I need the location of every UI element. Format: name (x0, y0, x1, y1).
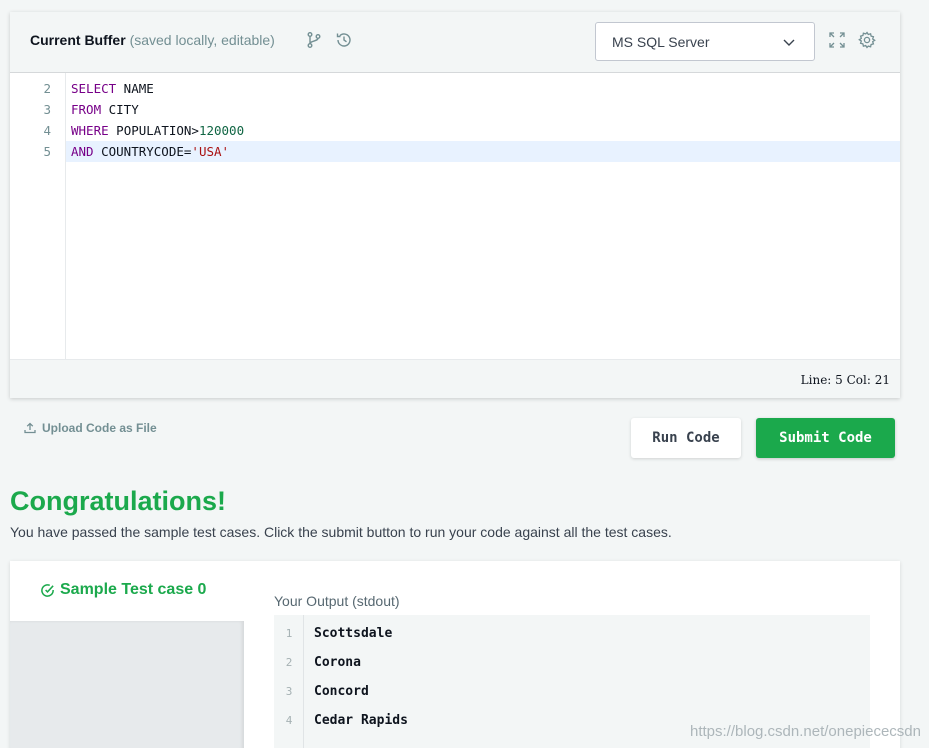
test-case-panel: Sample Test case 0 Your Output (stdout) … (10, 561, 900, 748)
code-token: CITY (101, 102, 139, 117)
chevron-down-icon (782, 35, 796, 49)
code-token: WHERE (71, 123, 109, 138)
watermark: https://blog.csdn.net/onepiececsdn (690, 723, 921, 740)
editor-status-bar: Line: 5 Col: 21 (10, 359, 900, 398)
line-number: 4 (43, 123, 51, 138)
history-icon[interactable] (335, 31, 353, 49)
code-line[interactable]: WHERE POPULATION>120000 (66, 120, 900, 141)
result-message: You have passed the sample test cases. C… (10, 524, 672, 540)
test-case-tab-label: Sample Test case 0 (60, 581, 207, 598)
tab-sample-test-case-0[interactable]: Sample Test case 0 (10, 561, 244, 621)
check-circle-icon (41, 583, 54, 597)
output-line-text: Concord (314, 684, 369, 699)
code-editor-panel: Current Buffer (saved locally, editable)… (10, 12, 900, 398)
code-token: COUNTRYCODE= (93, 144, 192, 159)
code-token: FROM (71, 102, 102, 117)
output-line-text: Cedar Rapids (314, 713, 408, 728)
output-line-text: Corona (314, 655, 361, 670)
code-token: SELECT (71, 81, 117, 96)
output-line-number: 1 (285, 627, 293, 640)
output-line-number: 2 (285, 656, 293, 669)
fullscreen-icon[interactable] (828, 31, 846, 49)
code-line[interactable]: SELECT NAME (66, 78, 900, 99)
buffer-title: Current Buffer (saved locally, editable) (30, 32, 275, 48)
output-line-text: Scottsdale (314, 626, 393, 641)
output-line: 1 Scottsdale (274, 619, 870, 648)
upload-icon (24, 422, 36, 434)
code-area[interactable]: 2345 SELECT NAME FROM CITY WHERE POPULATIO… (10, 73, 900, 359)
result-heading: Congratulations! (10, 486, 226, 516)
code-token: POPULATION> (108, 123, 199, 138)
language-value: MS SQL Server (612, 34, 710, 50)
run-code-button[interactable]: Run Code (631, 418, 741, 458)
upload-code-label: Upload Code as File (42, 421, 157, 435)
code-line[interactable]: FROM CITY (66, 99, 900, 120)
buffer-title-text: Current Buffer (30, 32, 126, 48)
cursor-position: Line: 5 Col: 21 (800, 373, 890, 387)
gear-icon[interactable] (858, 31, 876, 49)
code-token: NAME (116, 81, 154, 96)
code-line[interactable]: AND COUNTRYCODE='USA' (66, 141, 900, 162)
test-case-sidebar (10, 621, 244, 748)
line-number: 3 (43, 102, 51, 117)
editor-header: Current Buffer (saved locally, editable)… (10, 12, 900, 73)
output-line-number: 4 (285, 714, 293, 727)
code-lines[interactable]: SELECT NAME FROM CITY WHERE POPULATION>120… (66, 73, 900, 359)
output-line: 3 Concord (274, 677, 870, 706)
line-number: 5 (43, 144, 51, 159)
code-token: 'USA' (191, 144, 230, 159)
output-label: Your Output (stdout) (274, 593, 400, 609)
line-number: 2 (43, 81, 51, 96)
code-token: 120000 (198, 123, 245, 138)
output-line: 2 Corona (274, 648, 870, 677)
submit-code-button[interactable]: Submit Code (756, 418, 895, 458)
output-line-number: 3 (285, 685, 293, 698)
line-number-gutter: 2 3 4 5 (10, 73, 66, 359)
code-token: AND (71, 144, 94, 159)
buffer-subtitle: (saved locally, editable) (129, 32, 275, 48)
upload-code-link[interactable]: Upload Code as File (24, 421, 157, 435)
git-branch-icon[interactable] (305, 31, 323, 49)
language-select[interactable]: MS SQL Server (595, 22, 815, 61)
